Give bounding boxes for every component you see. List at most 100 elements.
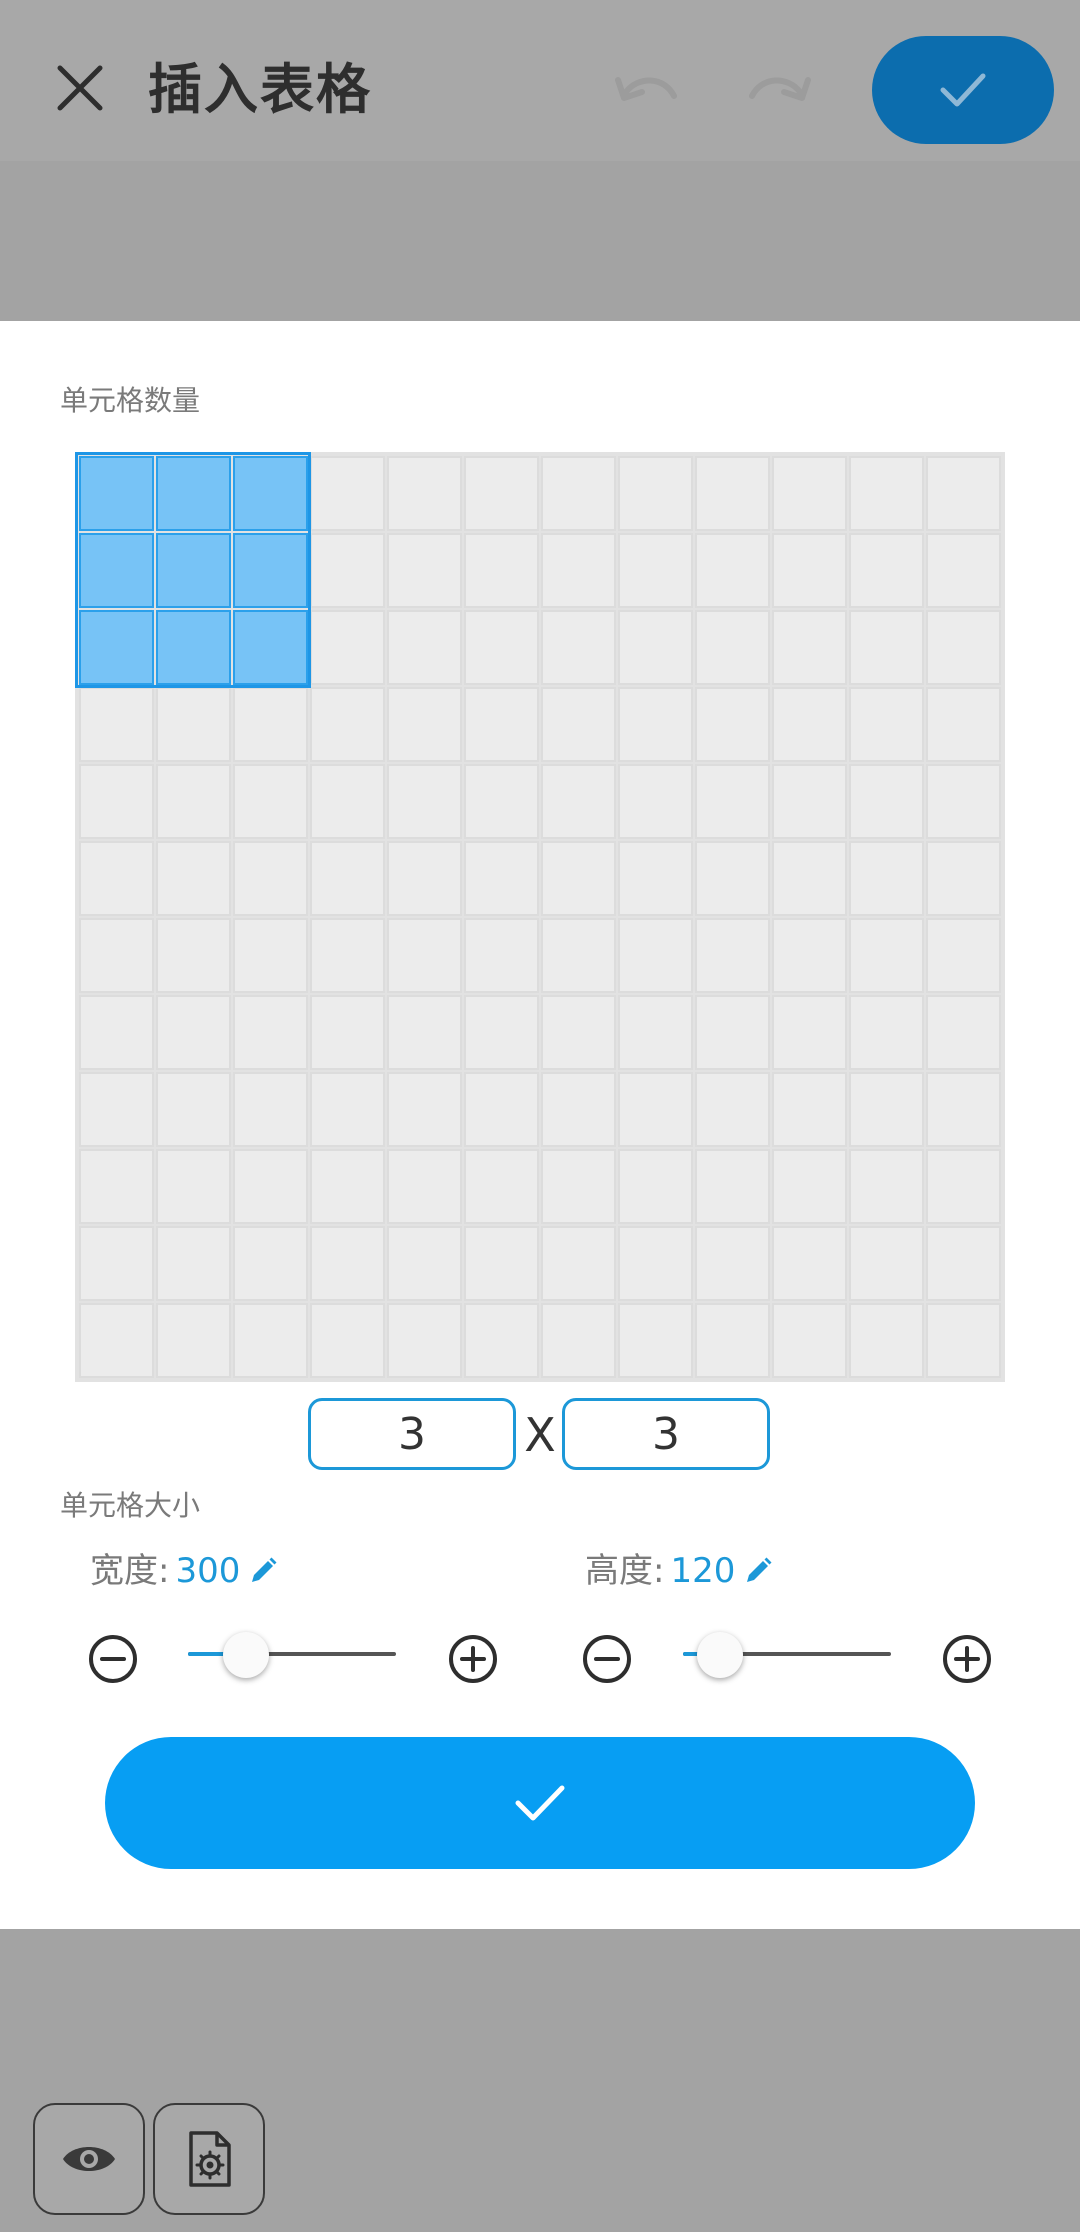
grid-cell[interactable] [541, 764, 616, 839]
grid-cell-selected[interactable] [233, 610, 308, 685]
grid-cell[interactable] [618, 995, 693, 1070]
grid-cell[interactable] [926, 1072, 1001, 1147]
grid-cell[interactable] [926, 1226, 1001, 1301]
grid-cell[interactable] [849, 918, 924, 993]
grid-cell[interactable] [695, 1149, 770, 1224]
grid-cell[interactable] [849, 1072, 924, 1147]
width-slider-thumb[interactable] [223, 1632, 270, 1678]
grid-cell[interactable] [233, 1303, 308, 1378]
grid-cell[interactable] [387, 764, 462, 839]
grid-cell[interactable] [926, 764, 1001, 839]
grid-cell[interactable] [233, 1149, 308, 1224]
grid-cell[interactable] [464, 687, 539, 762]
preview-button[interactable] [33, 2103, 145, 2215]
grid-cell[interactable] [849, 1226, 924, 1301]
grid-cell[interactable] [772, 995, 847, 1070]
grid-cell[interactable] [310, 610, 385, 685]
undo-button[interactable] [608, 62, 688, 118]
grid-cell[interactable] [79, 1149, 154, 1224]
grid-cell[interactable] [156, 764, 231, 839]
redo-button[interactable] [738, 62, 818, 118]
grid-cell[interactable] [387, 918, 462, 993]
grid-cell[interactable] [387, 687, 462, 762]
grid-cell[interactable] [695, 533, 770, 608]
grid-cell[interactable] [79, 841, 154, 916]
grid-cell[interactable] [464, 918, 539, 993]
toolbar-confirm-button[interactable] [872, 36, 1054, 144]
grid-cell[interactable] [464, 610, 539, 685]
grid-cell[interactable] [849, 610, 924, 685]
grid-cell[interactable] [79, 1072, 154, 1147]
grid-cell[interactable] [618, 687, 693, 762]
grid-cell[interactable] [772, 1226, 847, 1301]
grid-cell-selected[interactable] [156, 610, 231, 685]
grid-cell[interactable] [772, 456, 847, 531]
grid-cell[interactable] [772, 918, 847, 993]
grid-cell[interactable] [79, 1226, 154, 1301]
grid-cell[interactable] [310, 1226, 385, 1301]
grid-cell[interactable] [772, 533, 847, 608]
grid-cell-selected[interactable] [156, 456, 231, 531]
grid-cell[interactable] [387, 610, 462, 685]
grid-cell[interactable] [156, 841, 231, 916]
grid-cell[interactable] [464, 1149, 539, 1224]
grid-cell[interactable] [156, 1072, 231, 1147]
grid-cell[interactable] [541, 1303, 616, 1378]
confirm-insert-button[interactable] [105, 1737, 975, 1869]
grid-cell[interactable] [772, 687, 847, 762]
grid-cell[interactable] [772, 610, 847, 685]
grid-cell[interactable] [695, 995, 770, 1070]
grid-cell-selected[interactable] [233, 533, 308, 608]
grid-cell[interactable] [310, 1072, 385, 1147]
grid-cell[interactable] [464, 1303, 539, 1378]
grid-cell[interactable] [156, 1303, 231, 1378]
grid-cell[interactable] [541, 610, 616, 685]
grid-cell[interactable] [772, 841, 847, 916]
width-increase-button[interactable] [445, 1631, 501, 1687]
height-increase-button[interactable] [939, 1631, 995, 1687]
grid-cell[interactable] [618, 764, 693, 839]
grid-cell[interactable] [233, 1072, 308, 1147]
grid-cell[interactable] [926, 918, 1001, 993]
height-field[interactable]: 高度: 120 [585, 1549, 773, 1593]
grid-cell[interactable] [233, 764, 308, 839]
grid-cell[interactable] [541, 456, 616, 531]
grid-cell[interactable] [541, 1072, 616, 1147]
grid-cell[interactable] [464, 841, 539, 916]
grid-cell[interactable] [387, 456, 462, 531]
grid-cell[interactable] [387, 841, 462, 916]
grid-cell[interactable] [618, 456, 693, 531]
grid-cell[interactable] [695, 1072, 770, 1147]
grid-cell[interactable] [310, 841, 385, 916]
grid-cell[interactable] [387, 1303, 462, 1378]
grid-cell[interactable] [156, 687, 231, 762]
grid-cell[interactable] [772, 1303, 847, 1378]
grid-cell[interactable] [772, 1149, 847, 1224]
grid-cell[interactable] [79, 995, 154, 1070]
grid-cell[interactable] [387, 995, 462, 1070]
grid-cell[interactable] [849, 456, 924, 531]
grid-cell[interactable] [156, 995, 231, 1070]
grid-cell[interactable] [233, 995, 308, 1070]
grid-cell[interactable] [541, 841, 616, 916]
grid-cell[interactable] [926, 1149, 1001, 1224]
grid-cell[interactable] [618, 841, 693, 916]
grid-cell[interactable] [926, 533, 1001, 608]
grid-cell[interactable] [618, 610, 693, 685]
grid-cell[interactable] [233, 1226, 308, 1301]
grid-cell[interactable] [464, 764, 539, 839]
grid-cell[interactable] [310, 918, 385, 993]
grid-cell[interactable] [849, 687, 924, 762]
grid-cell[interactable] [926, 687, 1001, 762]
rows-input[interactable]: 3 [308, 1398, 516, 1470]
grid-cell[interactable] [695, 610, 770, 685]
grid-cell[interactable] [772, 764, 847, 839]
grid-cell[interactable] [695, 764, 770, 839]
width-decrease-button[interactable] [85, 1631, 141, 1687]
grid-cell[interactable] [233, 841, 308, 916]
grid-cell[interactable] [464, 995, 539, 1070]
grid-cell[interactable] [849, 841, 924, 916]
grid-cell[interactable] [464, 533, 539, 608]
grid-cell[interactable] [618, 918, 693, 993]
grid-cell[interactable] [387, 1149, 462, 1224]
